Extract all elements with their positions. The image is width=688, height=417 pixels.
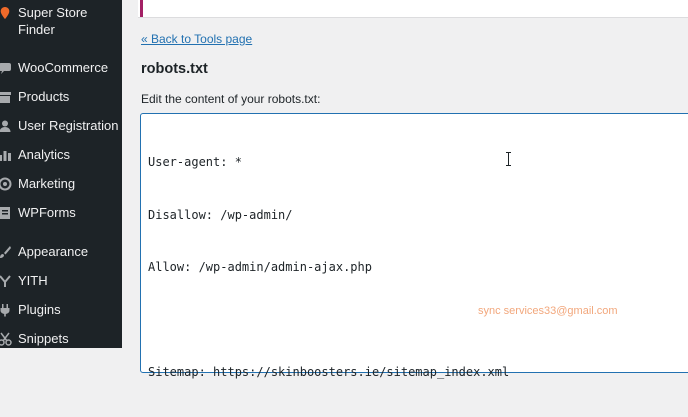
menu-products[interactable]: Products	[0, 88, 122, 105]
menu-label: Appearance	[18, 244, 89, 259]
menu-super-store-finder[interactable]: Super Store Finder	[0, 4, 122, 38]
menu-marketing[interactable]: Marketing	[0, 175, 122, 192]
menu-label: WPForms	[18, 205, 76, 220]
editor-line: User-agent: *	[148, 155, 242, 169]
menu-analytics[interactable]: Analytics	[0, 146, 122, 163]
menu-label: Products	[18, 89, 70, 104]
menu-snippets[interactable]: Snippets	[0, 330, 122, 347]
notice-accent-bar	[140, 0, 143, 17]
woo-bubble-icon	[0, 61, 12, 75]
scissors-icon	[0, 332, 12, 346]
notice-card	[138, 0, 688, 18]
megaphone-icon	[0, 177, 12, 191]
menu-label: Analytics	[18, 147, 71, 162]
menu-label: Snippets	[18, 331, 69, 346]
robots-txt-editor[interactable]: User-agent: * Disallow: /wp-admin/ Allow…	[140, 113, 688, 379]
menu-label: User Registration	[18, 118, 119, 133]
menu-plugins[interactable]: Plugins	[0, 301, 122, 318]
text-cursor-icon	[505, 152, 512, 166]
editor-line: Disallow: /wp-admin/	[148, 207, 293, 222]
menu-label: Super Store Finder	[18, 5, 88, 37]
menu-appearance[interactable]: Appearance	[0, 243, 122, 260]
editor-description: Edit the content of your robots.txt:	[141, 92, 321, 106]
menu-label: YITH	[18, 273, 48, 288]
archive-box-icon	[0, 90, 12, 104]
editor-line: Sitemap: https://skinboosters.ie/sitemap…	[148, 365, 510, 379]
menu-label: Marketing	[18, 176, 76, 191]
plug-icon	[0, 303, 12, 317]
yith-icon	[0, 274, 12, 288]
menu-label: WooCommerce	[18, 60, 109, 75]
paintbrush-icon	[0, 245, 12, 259]
admin-sidebar: Super Store Finder WooCommerce Products …	[0, 0, 122, 348]
back-to-tools-link[interactable]: « Back to Tools page	[141, 32, 252, 46]
menu-label: Plugins	[18, 302, 61, 317]
store-pin-icon	[0, 6, 12, 20]
watermark-text: sync services33@gmail.com	[478, 305, 618, 317]
menu-yith[interactable]: YITH	[0, 272, 122, 289]
bar-chart-icon	[0, 148, 12, 162]
menu-wpforms[interactable]: WPForms	[0, 204, 122, 221]
menu-woocommerce[interactable]: WooCommerce	[0, 59, 122, 76]
main-content: « Back to Tools page robots.txt Edit the…	[122, 0, 688, 379]
page-title: robots.txt	[141, 61, 208, 77]
editor-line: Allow: /wp-admin/admin-ajax.php	[148, 260, 372, 274]
menu-user-registration[interactable]: User Registration	[0, 117, 122, 134]
user-icon	[0, 119, 12, 133]
form-icon	[0, 206, 12, 220]
